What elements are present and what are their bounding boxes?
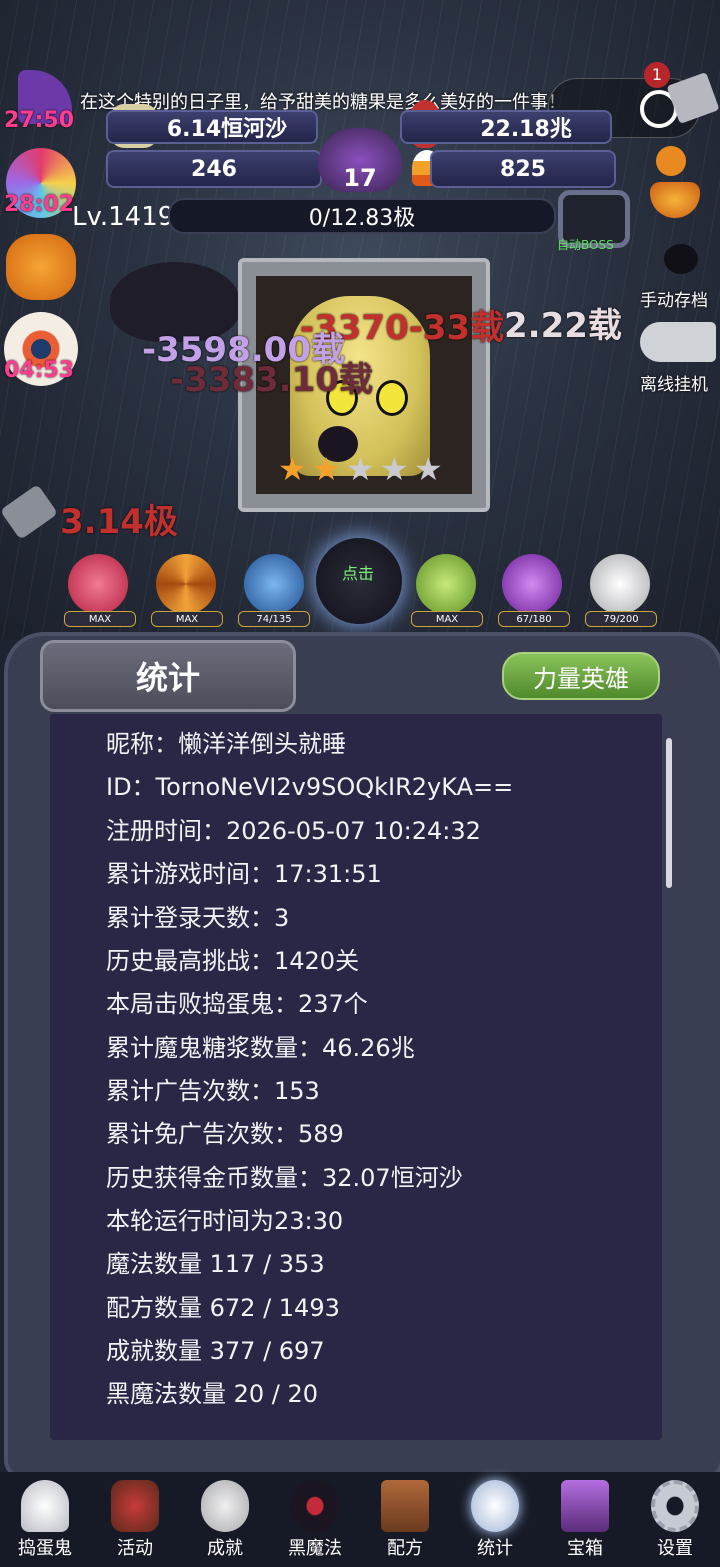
stats-scrollbar[interactable]: [666, 738, 672, 888]
demon-icon: [291, 1480, 339, 1532]
nav-treasure[interactable]: 宝箱: [545, 1476, 625, 1564]
nav-activity[interactable]: 活动: [95, 1476, 175, 1564]
power-hero-button[interactable]: 力量英雄: [502, 652, 660, 700]
cauldron-counter: 17: [343, 164, 377, 192]
stat-gold: 历史获得金币数量：32.07恒河沙: [106, 1164, 463, 1192]
candy-counter: 825: [430, 150, 616, 188]
stage-star-2: ★: [312, 450, 341, 488]
crystal-ball-icon: [471, 1480, 519, 1532]
stat-syrup: 累计魔鬼糖浆数量：46.26兆: [106, 1034, 415, 1062]
nav-label: 活动: [117, 1538, 153, 1559]
nav-label: 成就: [207, 1538, 243, 1559]
stat-id: ID：TornoNeVI2v9SOQkIR2yKA==: [106, 773, 514, 801]
spider-icon: [664, 244, 698, 274]
player-level: Lv.1419: [72, 202, 175, 232]
syrup-counter: 22.18兆: [400, 110, 612, 144]
stage-star-4: ★: [380, 450, 409, 488]
stat-defeated: 本局击败捣蛋鬼：237个: [106, 990, 368, 1018]
crit-damage-number: 3.14极: [60, 502, 178, 542]
panel-title: 统计: [40, 640, 296, 712]
stat-achievements: 成就数量 377 / 697: [106, 1337, 325, 1365]
fish-bone-icon: [640, 322, 716, 362]
nav-ghost[interactable]: 捣蛋鬼: [5, 1476, 85, 1564]
hero-level-label: MAX: [64, 611, 136, 627]
nav-recipes[interactable]: 配方: [365, 1476, 445, 1564]
hero-orange-swirl[interactable]: [156, 554, 216, 614]
skull-trophy-icon: [201, 1480, 249, 1532]
hero-red-skull[interactable]: [68, 554, 128, 614]
stat-login-days: 累计登录天数：3: [106, 904, 290, 932]
hero-level-label: 74/135: [238, 611, 310, 627]
stat-magic: 魔法数量 117 / 353: [106, 1250, 325, 1278]
hero-level-label: 67/180: [498, 611, 570, 627]
nav-label: 宝箱: [567, 1538, 603, 1559]
stat-register-time: 注册时间：2026-05-07 10:24:32: [106, 817, 481, 845]
manual-save-button[interactable]: 手动存档: [640, 286, 708, 311]
stat-best-stage: 历史最高挑战：1420关: [106, 947, 360, 975]
hero-blue-spider[interactable]: [244, 554, 304, 614]
offline-idle-button[interactable]: 离线挂机: [640, 370, 708, 395]
pumpkin-icon[interactable]: [6, 234, 76, 300]
stage-star-5: ★: [414, 450, 443, 488]
hero-level-label: MAX: [411, 611, 483, 627]
eyes-basket-icon: [111, 1480, 159, 1532]
nav-black-magic[interactable]: 黑魔法: [275, 1476, 355, 1564]
witch-hat-timer: 27:50: [4, 108, 75, 133]
nav-label: 设置: [657, 1538, 693, 1559]
nav-label: 配方: [387, 1538, 423, 1559]
hero-level-label: 79/200: [585, 611, 657, 627]
damage-number: -3383.10载: [170, 360, 373, 400]
tap-label: 点击: [342, 564, 375, 583]
skull-counter: 246: [106, 150, 322, 188]
hero-white-skull[interactable]: [590, 554, 650, 614]
stat-nickname: 昵称：懒洋洋倒头就睡: [106, 730, 346, 758]
stat-ad-free: 累计免广告次数：589: [106, 1120, 344, 1148]
stat-black-magic: 黑魔法数量 20 / 20: [106, 1380, 319, 1408]
stat-ads: 累计广告次数：153: [106, 1077, 320, 1105]
level-progress-bar: 0/12.83极: [168, 198, 556, 234]
gold-counter: 6.14恒河沙: [106, 110, 318, 144]
hero-level-label: MAX: [151, 611, 223, 627]
ghost-icon: [21, 1480, 69, 1532]
lollipop-timer: 28:02: [4, 192, 75, 217]
stage-star-3: ★: [346, 450, 375, 488]
level-progress-text: 0/12.83极: [308, 206, 416, 231]
nav-label: 统计: [477, 1538, 513, 1559]
hero-purple-skull[interactable]: [502, 554, 562, 614]
gift-box-icon: [561, 1480, 609, 1532]
nav-settings[interactable]: 设置: [635, 1476, 715, 1564]
nav-stats[interactable]: 统计: [455, 1476, 535, 1564]
boss-right-eye: [376, 380, 408, 416]
stat-run-time: 本轮运行时间为23:30: [106, 1207, 344, 1235]
stat-recipes: 配方数量 672 / 1493: [106, 1294, 340, 1322]
nav-label: 黑魔法: [288, 1538, 342, 1559]
stat-play-time: 累计游戏时间：17:31:51: [106, 860, 382, 888]
auto-boss-label: 自动BOSS: [557, 238, 614, 252]
pumpkin-small-icon[interactable]: [656, 146, 686, 176]
nav-label: 捣蛋鬼: [18, 1538, 72, 1559]
damage-number: 2.22载: [504, 306, 622, 346]
stage-star-1: ★: [278, 450, 307, 488]
recipe-book-icon: [381, 1480, 429, 1532]
gear-icon: [651, 1480, 699, 1532]
nav-achievements[interactable]: 成就: [185, 1476, 265, 1564]
eyeball-timer: 04:53: [4, 358, 75, 383]
hero-green-spider[interactable]: [416, 554, 476, 614]
notification-badge: 1: [644, 62, 670, 88]
